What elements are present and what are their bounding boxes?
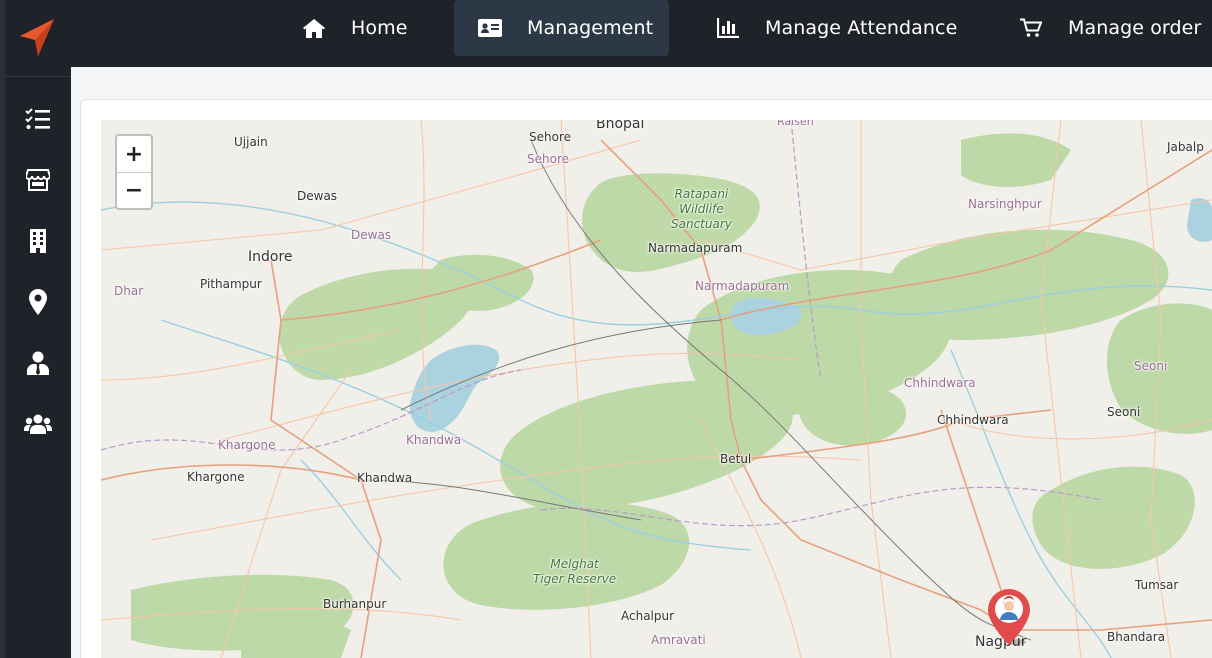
nav-manage-attendance[interactable]: Manage Attendance [717,0,957,56]
home-icon [301,18,327,38]
building-icon [30,228,46,253]
map-label: Ratapani Wildlife Sanctuary [671,187,732,231]
map-label: Bhopal [596,120,645,132]
zoom-in-button[interactable]: + [117,136,151,172]
map-label: Dewas [297,189,338,203]
id-card-icon [478,19,502,37]
map-label: Achalpur [621,609,675,623]
map-tiles [101,120,1212,658]
map-view[interactable]: Bhopal Sehore Sehore Raisen Jabalp Ujjai… [101,120,1212,658]
sidebar-item-employees[interactable] [5,332,71,393]
brand-logo[interactable] [5,0,71,77]
map-label: Narmadapuram [648,241,743,255]
map-label: Seoni [1134,359,1168,373]
bar-chart-icon [717,18,739,38]
nav-manage-order[interactable]: Manage order [1019,0,1209,56]
map-label: Sehore [527,152,569,166]
nav-manage-order-label: Manage order [1068,17,1202,39]
map-label: Burhanpur [323,597,387,611]
user-location-marker[interactable] [986,587,1034,649]
nav-manage-attendance-label: Manage Attendance [765,17,958,39]
map-label: Raisen [777,120,814,128]
map-label: Ujjain [234,135,268,149]
sidebar-item-teams[interactable] [5,393,71,454]
map-label: Indore [248,249,293,265]
map-label: Narmadapuram [695,279,790,293]
map-label: Khandwa [406,433,462,447]
map-label: Melghat Tiger Reserve [533,557,617,586]
map-label: Khandwa [357,471,413,485]
paper-plane-logo-icon [20,19,54,56]
user-tie-icon [27,351,49,375]
location-pin-icon [29,288,47,315]
nav-management[interactable]: Management [454,0,669,56]
zoom-out-button[interactable]: − [117,172,151,208]
map-label: Dhar [114,284,144,298]
nav-management-label: Management [527,17,654,39]
checklist-icon [25,107,50,129]
nav-home-label: Home [351,17,408,39]
map-label: Bhandara [1107,630,1166,644]
store-icon [26,168,50,191]
map-label: Chhindwara [904,376,976,390]
sidebar-item-tasks[interactable] [5,88,71,149]
map-label: Seoni [1107,405,1141,419]
zoom-control: + − [115,134,153,210]
sidebar [0,0,71,658]
map-label: Khargone [218,438,276,452]
map-label: Jabalp [1167,140,1204,154]
sidebar-item-stores[interactable] [5,149,71,210]
map-label: Sehore [529,130,571,144]
nav-home[interactable]: Home [301,0,416,56]
user-avatar-pin-icon [988,589,1030,645]
cart-icon [1019,18,1043,38]
map-label: Dewas [351,228,392,242]
users-icon [24,414,52,434]
sidebar-item-buildings[interactable] [5,210,71,271]
map-label: Khargone [187,470,245,484]
map-label: Pithampur [200,277,262,291]
sidebar-item-locations[interactable] [5,271,71,332]
map-label: Amravati [651,633,706,647]
map-label: Betul [720,452,752,466]
map-label: Chhindwara [937,413,1009,427]
map-label: Narsinghpur [968,197,1042,211]
map-label: Tumsar [1135,578,1179,592]
top-navbar: Home Management Manage Attendance Manage… [71,0,1212,67]
